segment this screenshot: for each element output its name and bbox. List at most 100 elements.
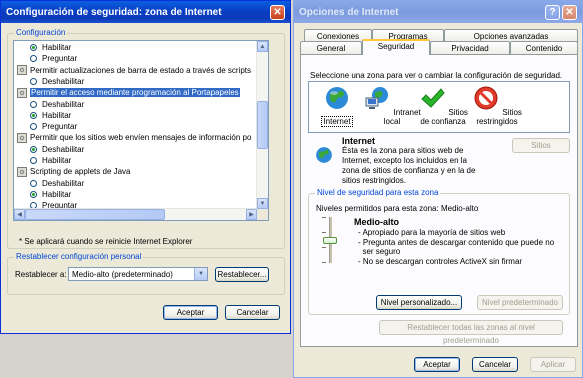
no-entry-icon — [474, 86, 498, 110]
radio-icon[interactable] — [30, 157, 37, 164]
level-bullet-4: - No se descargan controles ActiveX sin … — [358, 257, 523, 266]
scroll-right-icon[interactable]: ▶ — [246, 209, 257, 220]
zone-restricted[interactable]: Sitios restringidos — [468, 84, 526, 126]
globe-icon — [316, 147, 332, 163]
security-settings-title: Configuración de seguridad: zona de Inte… — [6, 6, 222, 18]
zone-internet-label: Internet — [321, 116, 353, 127]
reset-level-select[interactable]: Medio-alto (predeterminado) ▼ — [68, 267, 208, 281]
tree-setting-item[interactable]: Permitir el acceso mediante programación… — [17, 87, 240, 98]
zone-trusted[interactable]: Sitios de confianza — [414, 84, 472, 126]
zone-title: Internet — [342, 136, 376, 146]
tree-item-label: Habilitar — [42, 110, 72, 120]
radio-icon[interactable] — [30, 123, 37, 131]
tree-item-label: Permitir el acceso mediante programación… — [30, 88, 240, 98]
scroll-left-icon[interactable]: ◀ — [14, 209, 25, 220]
radio-icon[interactable] — [30, 55, 37, 63]
setting-icon — [17, 87, 27, 98]
radio-icon[interactable] — [30, 111, 37, 119]
radio-icon[interactable] — [30, 190, 37, 198]
internet-options-titlebar[interactable]: Opciones de Internet ? ✕ — [294, 1, 582, 23]
cancel-button[interactable]: Cancelar — [472, 357, 518, 372]
reset-all-zones-button[interactable]: Restablecer todas las zonas al nivel pre… — [379, 320, 563, 345]
settings-group-label: Configuración — [14, 28, 68, 37]
radio-icon[interactable] — [30, 100, 37, 108]
radio-icon[interactable] — [30, 44, 37, 51]
tree-vertical-scrollbar[interactable]: ▲ ▼ — [256, 41, 268, 209]
chevron-down-icon[interactable]: ▼ — [194, 268, 207, 280]
globe-icon — [326, 87, 348, 109]
tree-setting-item[interactable]: Permitir que los sitios web envíen mensa… — [17, 132, 251, 143]
internet-options-dialog: Opciones de Internet ? ✕ Conexiones Prog… — [293, 0, 583, 378]
tree-item-label: Permitir que los sitios web envíen mensa… — [30, 133, 252, 143]
zone-prompt: Seleccione una zona para ver o cambiar l… — [310, 71, 563, 80]
reset-button[interactable]: Restablecer... — [215, 267, 269, 282]
hscroll-thumb[interactable] — [25, 209, 165, 220]
tree-option-radio[interactable]: Habilitar — [30, 189, 71, 200]
tree-item-label: Habilitar — [42, 189, 72, 199]
level-bullet-1: - Apropiado para la mayoría de sitios we… — [358, 228, 506, 237]
tree-option-radio[interactable]: Habilitar — [30, 42, 71, 53]
radio-icon[interactable] — [30, 77, 37, 85]
security-settings-titlebar[interactable]: Configuración de seguridad: zona de Inte… — [1, 1, 290, 23]
tab-seguridad[interactable]: Seguridad — [362, 39, 430, 55]
tree-option-radio[interactable]: Deshabilitar — [30, 144, 84, 155]
internet-options-title: Opciones de Internet — [299, 6, 399, 18]
reset-group-label: Restablecer configuración personal — [14, 252, 144, 261]
tree-option-radio[interactable]: Deshabilitar — [30, 76, 84, 87]
zone-description: Ésta es la zona para sitios web de Inter… — [342, 146, 476, 185]
tree-item-label: Preguntar — [42, 122, 78, 132]
tree-item-label: Habilitar — [42, 43, 72, 52]
cancel-button[interactable]: Cancelar — [225, 305, 280, 320]
restart-note: * Se aplicará cuando se reinicie Interne… — [19, 237, 193, 246]
tree-option-radio[interactable]: Habilitar — [30, 110, 71, 121]
setting-icon — [17, 132, 27, 143]
tree-option-radio[interactable]: Deshabilitar — [30, 178, 84, 189]
tree-item-label: Scripting de applets de Java — [30, 167, 131, 177]
intranet-icon — [365, 87, 389, 109]
scroll-corner — [257, 209, 268, 220]
zone-intranet[interactable]: Intranet local — [363, 84, 421, 126]
reset-level-value: Medio-alto (predeterminado) — [72, 270, 173, 279]
security-settings-dialog: Configuración de seguridad: zona de Inte… — [0, 0, 291, 334]
close-icon[interactable]: ✕ — [562, 4, 577, 20]
tab-privacidad[interactable]: Privacidad — [430, 41, 510, 55]
tree-horizontal-scrollbar[interactable]: ◀ ▶ — [14, 208, 257, 220]
ok-button[interactable]: Aceptar — [414, 357, 460, 372]
setting-icon — [17, 65, 27, 76]
checkmark-icon — [421, 88, 445, 108]
setting-icon — [17, 166, 27, 177]
tree-option-radio[interactable]: Preguntar — [30, 53, 77, 64]
scroll-down-icon[interactable]: ▼ — [257, 198, 268, 209]
ok-button[interactable]: Aceptar — [163, 305, 218, 320]
security-level-group-label: Nivel de seguridad para esta zona — [315, 188, 441, 197]
scroll-thumb[interactable] — [257, 101, 268, 149]
close-icon[interactable]: ✕ — [270, 4, 285, 20]
radio-icon[interactable] — [30, 145, 37, 153]
tree-option-radio[interactable]: Habilitar — [30, 155, 71, 166]
tree-option-radio[interactable]: Preguntar — [30, 121, 77, 132]
allowed-levels-text: Niveles permitidos para esta zona: Medio… — [316, 204, 479, 213]
tree-item-label: Preguntar — [42, 54, 78, 64]
level-bullet-3: ser seguro — [358, 247, 401, 256]
tab-general[interactable]: General — [300, 41, 362, 55]
help-icon[interactable]: ? — [545, 4, 560, 20]
reset-to-label: Restablecer a: — [15, 270, 67, 279]
tree-item-label: Deshabilitar — [42, 178, 85, 188]
slider-thumb[interactable] — [323, 237, 337, 244]
tree-setting-item[interactable]: Permitir actualizaciones de barra de est… — [17, 65, 251, 76]
default-level-button[interactable]: Nivel predeterminado — [477, 295, 563, 310]
sites-button[interactable]: Sitios — [512, 138, 570, 153]
tree-item-label: Permitir actualizaciones de barra de est… — [30, 65, 251, 75]
custom-level-button[interactable]: Nivel personalizado... — [376, 295, 462, 310]
radio-icon[interactable] — [30, 179, 37, 187]
zone-internet[interactable]: Internet — [308, 84, 366, 127]
apply-button[interactable]: Aplicar — [530, 357, 576, 372]
tab-contenido[interactable]: Contenido — [510, 41, 578, 55]
tree-setting-item[interactable]: Scripting de applets de Java — [17, 166, 131, 177]
tree-item-label: Deshabilitar — [42, 76, 85, 86]
tree-option-radio[interactable]: Deshabilitar — [30, 99, 84, 110]
security-level-slider[interactable] — [320, 217, 340, 263]
settings-tree[interactable]: Habilitar Preguntar Permitir actualizacion… — [13, 40, 269, 221]
scroll-up-icon[interactable]: ▲ — [257, 41, 268, 52]
tree-item-label: Deshabilitar — [42, 144, 85, 154]
